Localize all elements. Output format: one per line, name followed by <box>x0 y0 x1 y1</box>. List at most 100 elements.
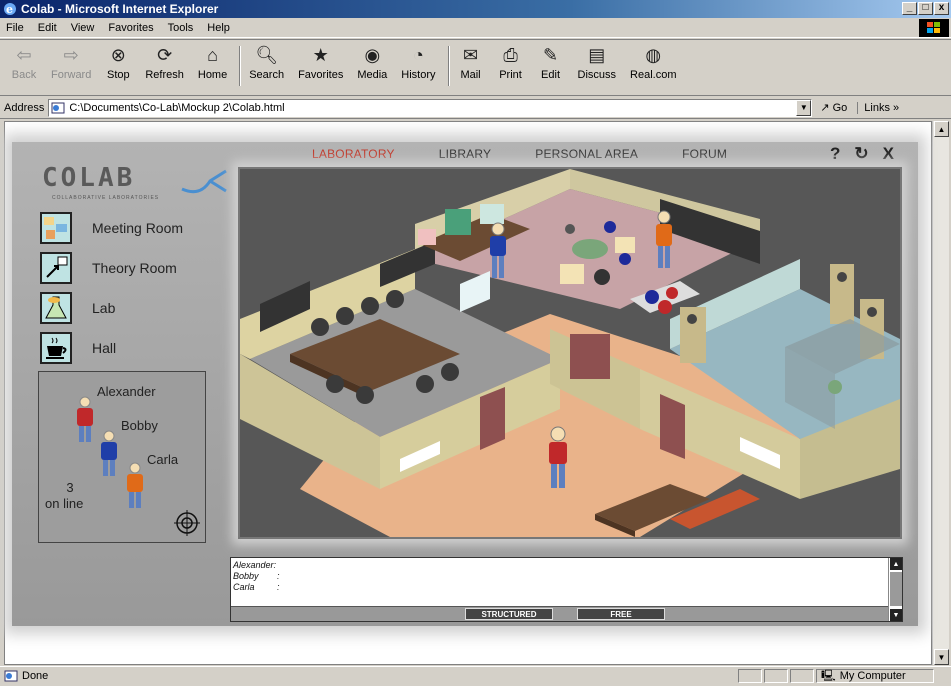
chat-line-bobby: Bobby <box>233 571 259 581</box>
room-hall[interactable]: Hall <box>40 329 220 367</box>
close-button[interactable]: x <box>934 2 949 15</box>
nav-forum[interactable]: FORUM <box>682 147 727 161</box>
room-theory[interactable]: Theory Room <box>40 249 220 287</box>
window-titlebar: e Colab - Microsoft Internet Explorer _ … <box>0 0 951 18</box>
favorites-icon: ★ <box>312 44 329 65</box>
logo-subtitle: COLLABORATIVE LABORATORIES <box>52 195 160 201</box>
menu-view[interactable]: View <box>71 22 95 34</box>
colab-app: LABORATORY LIBRARY PERSONAL AREA FORUM ?… <box>12 142 918 626</box>
discuss-button[interactable]: ▤ Discuss <box>573 43 622 91</box>
edit-button[interactable]: ✎ Edit <box>533 43 569 91</box>
discuss-label: Discuss <box>577 69 617 81</box>
browser-toolbar: ⇦ Back ⇨ Forward ⊗ Stop ⟳ Refresh ⌂ Home 🔍︎ Se… <box>0 39 951 96</box>
room-meeting-label: Meeting Room <box>92 220 184 236</box>
window-title: Colab - Microsoft Internet Explorer <box>21 2 219 16</box>
online-user-carla[interactable]: Carla <box>147 452 178 467</box>
user-avatar-carla[interactable] <box>125 462 145 510</box>
menu-favorites[interactable]: Favorites <box>108 22 153 34</box>
windows-logo-icon <box>919 19 949 37</box>
logo-wordmark: COLAB <box>42 163 136 193</box>
address-dropdown-button[interactable]: ▼ <box>796 99 812 116</box>
chat-panel[interactable]: Alexander: Bobby : Carla : STRUCTURED FR… <box>230 557 903 622</box>
room-meeting[interactable]: Meeting Room <box>40 209 220 247</box>
status-cell <box>790 669 814 683</box>
edit-label: Edit <box>541 69 561 81</box>
menu-edit[interactable]: Edit <box>38 22 57 34</box>
print-button[interactable]: ⎙ Print <box>493 43 529 91</box>
go-arrow-icon: ↗ <box>820 102 830 114</box>
toolbar-separator <box>447 46 450 86</box>
chat-tab-structured[interactable]: STRUCTURED <box>465 608 553 620</box>
user-avatar-alexander[interactable] <box>75 396 95 444</box>
lab-floor-plan <box>240 169 900 537</box>
media-button[interactable]: ◉ Media <box>352 43 392 91</box>
nav-laboratory[interactable]: LABORATORY <box>312 147 395 161</box>
lab-flask-icon <box>40 292 72 324</box>
search-icon: 🔍︎ <box>255 44 279 65</box>
address-value: C:\Documents\Co-Lab\Mockup 2\Colab.html <box>69 101 285 114</box>
media-icon: ◉ <box>364 44 381 65</box>
stop-label: Stop <box>107 69 130 81</box>
home-label: Home <box>197 69 228 81</box>
scroll-down-button[interactable]: ▼ <box>934 649 949 665</box>
online-user-bobby[interactable]: Bobby <box>121 418 158 433</box>
stop-icon: ⊗ <box>110 44 126 65</box>
lab-scene[interactable] <box>238 167 902 539</box>
address-label: Address <box>4 101 45 114</box>
locate-target-icon[interactable] <box>174 510 200 536</box>
real-label: Real.com <box>630 69 677 81</box>
favorites-label: Favorites <box>298 69 344 81</box>
search-button[interactable]: 🔍︎ Search <box>244 43 289 91</box>
mail-icon: ✉ <box>462 44 479 65</box>
nav-library[interactable]: LIBRARY <box>439 147 492 161</box>
menu-file[interactable]: File <box>6 22 24 34</box>
status-text: Done <box>22 669 49 682</box>
status-zone: 🖳 My Computer <box>816 669 934 683</box>
door-center <box>570 334 610 379</box>
edit-icon: ✎ <box>542 44 559 65</box>
chat-scroll-thumb[interactable] <box>890 572 902 606</box>
favorites-button[interactable]: ★ Favorites <box>293 43 348 91</box>
room-theory-label: Theory Room <box>92 260 177 276</box>
maximize-button[interactable]: □ <box>918 2 933 15</box>
address-input[interactable]: C:\Documents\Co-Lab\Mockup 2\Colab.html … <box>48 98 813 117</box>
chat-scroll-down-button[interactable]: ▼ <box>890 609 902 621</box>
links-button[interactable]: Links » <box>857 101 899 114</box>
computer-icon: 🖳 <box>821 669 836 682</box>
chat-line-alexander: Alexander: <box>233 560 277 570</box>
svg-text:e: e <box>6 3 13 16</box>
real-button[interactable]: ◍ Real.com <box>625 43 681 91</box>
chat-tab-free[interactable]: FREE <box>577 608 665 620</box>
status-cell <box>738 669 762 683</box>
menu-help[interactable]: Help <box>207 22 230 34</box>
user-avatar-bobby[interactable] <box>99 430 119 478</box>
nav-personal-area[interactable]: PERSONAL AREA <box>535 147 638 161</box>
exit-icon[interactable]: X <box>883 144 894 164</box>
history-button[interactable]: ◔ History <box>396 43 440 91</box>
back-button[interactable]: ⇦ Back <box>6 43 42 91</box>
go-label: Go <box>832 101 848 114</box>
print-label: Print <box>499 69 522 81</box>
page-done-icon <box>4 670 18 681</box>
online-user-alexander[interactable]: Alexander <box>97 384 156 399</box>
page-scrollbar[interactable]: ▲ ▼ <box>932 121 949 665</box>
chat-scrollbar[interactable]: ▲ ▼ <box>888 558 902 621</box>
discuss-icon: ▤ <box>588 44 606 65</box>
address-bar: Address C:\Documents\Co-Lab\Mockup 2\Col… <box>0 97 951 119</box>
room-lab[interactable]: Lab <box>40 289 220 327</box>
forward-button[interactable]: ⇨ Forward <box>46 43 96 91</box>
online-label: on line <box>45 496 84 511</box>
minimize-button[interactable]: _ <box>902 2 917 15</box>
reload-icon[interactable]: ↻ <box>854 144 868 164</box>
print-icon: ⎙ <box>503 44 518 65</box>
menu-tools[interactable]: Tools <box>168 22 194 34</box>
chat-scroll-up-button[interactable]: ▲ <box>890 558 902 570</box>
stop-button[interactable]: ⊗ Stop <box>100 43 136 91</box>
media-label: Media <box>357 69 388 81</box>
refresh-button[interactable]: ⟳ Refresh <box>140 43 189 91</box>
go-button[interactable]: ↗ Go <box>820 101 848 115</box>
scroll-up-button[interactable]: ▲ <box>934 121 949 137</box>
help-icon[interactable]: ? <box>830 144 840 164</box>
home-button[interactable]: ⌂ Home <box>193 43 232 91</box>
mail-button[interactable]: ✉ Mail <box>453 43 489 91</box>
